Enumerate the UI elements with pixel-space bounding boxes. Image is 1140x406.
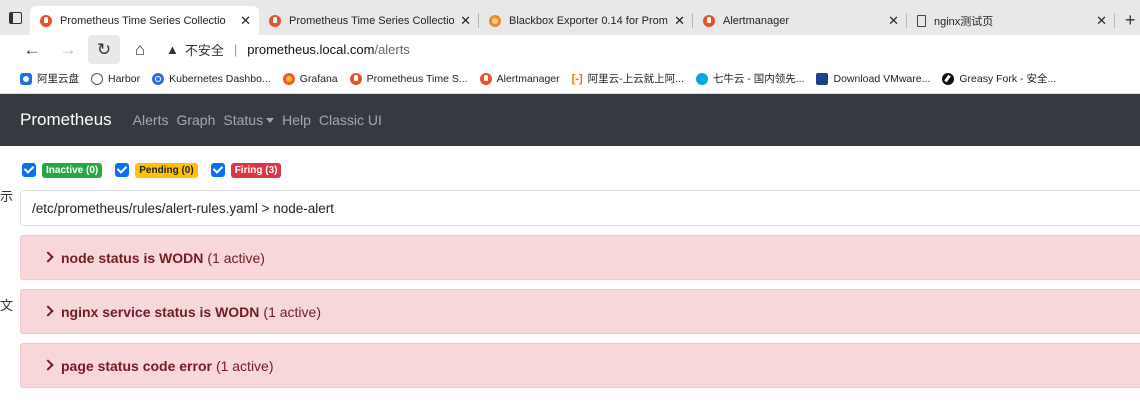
close-icon[interactable]: ✕	[234, 13, 251, 29]
grafana-icon	[282, 72, 295, 85]
address-bar: ← → ↻ ⌂ ▲ 不安全 | prometheus.local.com/ale…	[0, 35, 1140, 64]
bookmark-qiniu[interactable]: 七牛云 - 国内领先...	[695, 71, 804, 86]
bookmark-aliyun-drive[interactable]: 阿里云盘	[20, 71, 79, 86]
tab-actions-icon	[8, 11, 22, 24]
checkbox-checked-icon[interactable]	[210, 163, 225, 177]
inactive-badge: Inactive (0)	[42, 162, 103, 178]
back-button[interactable]: ←	[14, 35, 50, 64]
reload-icon: ↻	[96, 39, 112, 59]
pending-badge: Pending (0)	[135, 162, 198, 178]
tab-title: Prometheus Time Series Collectio	[289, 14, 455, 27]
tab-title: nginx测试页	[934, 15, 994, 28]
plus-icon: +	[1125, 10, 1136, 30]
tab-actions-button[interactable]	[0, 0, 30, 35]
prometheus-icon	[269, 14, 281, 27]
firing-badge: Firing (3)	[230, 162, 282, 178]
tab-title: Blackbox Exporter 0.14 for Prome	[509, 14, 669, 27]
bookmark-aliyun[interactable]: [-] 阿里云-上云就上阿...	[572, 71, 684, 86]
bookmark-grafana[interactable]: Grafana	[282, 72, 338, 85]
browser-tab-strip: Prometheus Time Series Collectio ✕ Prome…	[0, 0, 1140, 35]
tab-title: Alertmanager	[723, 14, 790, 27]
aliyun-icon: [-]	[571, 72, 583, 85]
alert-active-count: (1 active)	[215, 357, 274, 374]
filter-pending[interactable]: Pending (0)	[115, 162, 198, 178]
reload-button[interactable]: ↻	[88, 35, 120, 64]
greasyfork-icon	[942, 72, 955, 85]
alert-state-filters: Inactive (0) Pending (0) Firing (3)	[22, 162, 294, 178]
browser-tab-nginx[interactable]: nginx测试页 ✕	[907, 6, 1115, 35]
url-field[interactable]: ▲ 不安全 | prometheus.local.com/alerts	[166, 35, 410, 64]
arrow-left-icon: ←	[23, 39, 41, 59]
checkbox-checked-icon[interactable]	[115, 163, 130, 177]
browser-tab-blackbox[interactable]: Blackbox Exporter 0.14 for Prome ✕	[479, 6, 693, 35]
prometheus-icon	[479, 72, 492, 85]
brand-link[interactable]: Prometheus	[20, 110, 112, 130]
vmware-icon	[816, 72, 829, 85]
prometheus-icon	[40, 14, 52, 27]
alert-row-page-status[interactable]: page status code error (1 active)	[20, 343, 1140, 388]
browser-tab-prometheus-active[interactable]: Prometheus Time Series Collectio ✕	[30, 6, 259, 35]
caret-down-icon	[266, 117, 275, 123]
alert-row-node-status[interactable]: node status is WODN (1 active)	[20, 235, 1140, 280]
browser-tab-prometheus[interactable]: Prometheus Time Series Collectio ✕	[259, 6, 479, 35]
prometheus-navbar: Prometheus Alerts Graph Status Help Clas…	[0, 94, 1140, 146]
nav-classic-ui[interactable]: Classic UI	[319, 112, 382, 128]
background-window-fragment: 文	[0, 298, 14, 313]
kubernetes-icon	[152, 72, 165, 85]
rule-group-header: /etc/prometheus/rules/alert-rules.yaml >…	[20, 190, 1140, 226]
warning-icon: ▲	[166, 42, 179, 57]
chevron-right-icon	[42, 305, 54, 317]
document-icon	[917, 14, 926, 27]
security-label: 不安全	[184, 43, 224, 58]
url-path: /alerts	[374, 42, 410, 57]
close-icon[interactable]: ✕	[1090, 13, 1107, 29]
chevron-right-icon	[42, 251, 54, 263]
arrow-right-icon: →	[59, 39, 77, 59]
alert-row-nginx-status[interactable]: nginx service status is WODN (1 active)	[20, 289, 1140, 334]
background-window-fragment: 示	[0, 189, 14, 204]
filter-firing[interactable]: Firing (3)	[210, 162, 282, 178]
alert-name: page status code error	[61, 357, 212, 374]
home-icon: ⌂	[134, 39, 146, 59]
bookmark-vmware[interactable]: Download VMware...	[816, 72, 930, 85]
nav-status-dropdown[interactable]: Status	[223, 112, 275, 128]
rule-group-path: /etc/prometheus/rules/alert-rules.yaml >…	[32, 200, 335, 216]
alert-name: nginx service status is WODN	[61, 303, 260, 320]
new-tab-button[interactable]: +	[1115, 6, 1136, 35]
alert-name: node status is WODN	[61, 249, 204, 266]
close-icon[interactable]: ✕	[668, 13, 685, 29]
harbor-icon	[91, 72, 103, 85]
close-icon[interactable]: ✕	[454, 13, 471, 29]
url-host: prometheus.local.com	[247, 42, 375, 57]
alert-active-count: (1 active)	[207, 249, 265, 266]
home-button[interactable]: ⌂	[122, 35, 158, 64]
bookmark-kubernetes[interactable]: Kubernetes Dashbo...	[152, 72, 271, 85]
prometheus-icon	[703, 14, 715, 27]
browser-tab-alertmanager[interactable]: Alertmanager ✕	[693, 6, 907, 35]
bookmark-greasyfork[interactable]: Greasy Fork - 安全...	[942, 71, 1056, 86]
checkbox-checked-icon[interactable]	[22, 163, 36, 177]
bookmark-alertmanager[interactable]: Alertmanager	[479, 72, 560, 85]
blackbox-icon	[489, 14, 501, 27]
nav-alerts[interactable]: Alerts	[133, 112, 169, 128]
bookmark-harbor[interactable]: Harbor	[91, 72, 140, 85]
nav-help[interactable]: Help	[282, 112, 311, 128]
filter-inactive[interactable]: Inactive (0)	[22, 162, 103, 178]
close-icon[interactable]: ✕	[882, 13, 899, 29]
nav-graph[interactable]: Graph	[176, 112, 215, 128]
aliyun-drive-icon	[20, 72, 32, 85]
qiniu-icon	[695, 72, 708, 85]
bookmark-prometheus[interactable]: Prometheus Time S...	[349, 72, 468, 85]
chevron-right-icon	[42, 359, 54, 371]
forward-button[interactable]: →	[50, 35, 86, 64]
prometheus-icon	[349, 72, 362, 85]
tab-title: Prometheus Time Series Collectio	[60, 14, 226, 27]
alert-active-count: (1 active)	[263, 303, 321, 320]
bookmarks-bar: 阿里云盘 Harbor Kubernetes Dashbo... Grafana…	[0, 64, 1140, 94]
